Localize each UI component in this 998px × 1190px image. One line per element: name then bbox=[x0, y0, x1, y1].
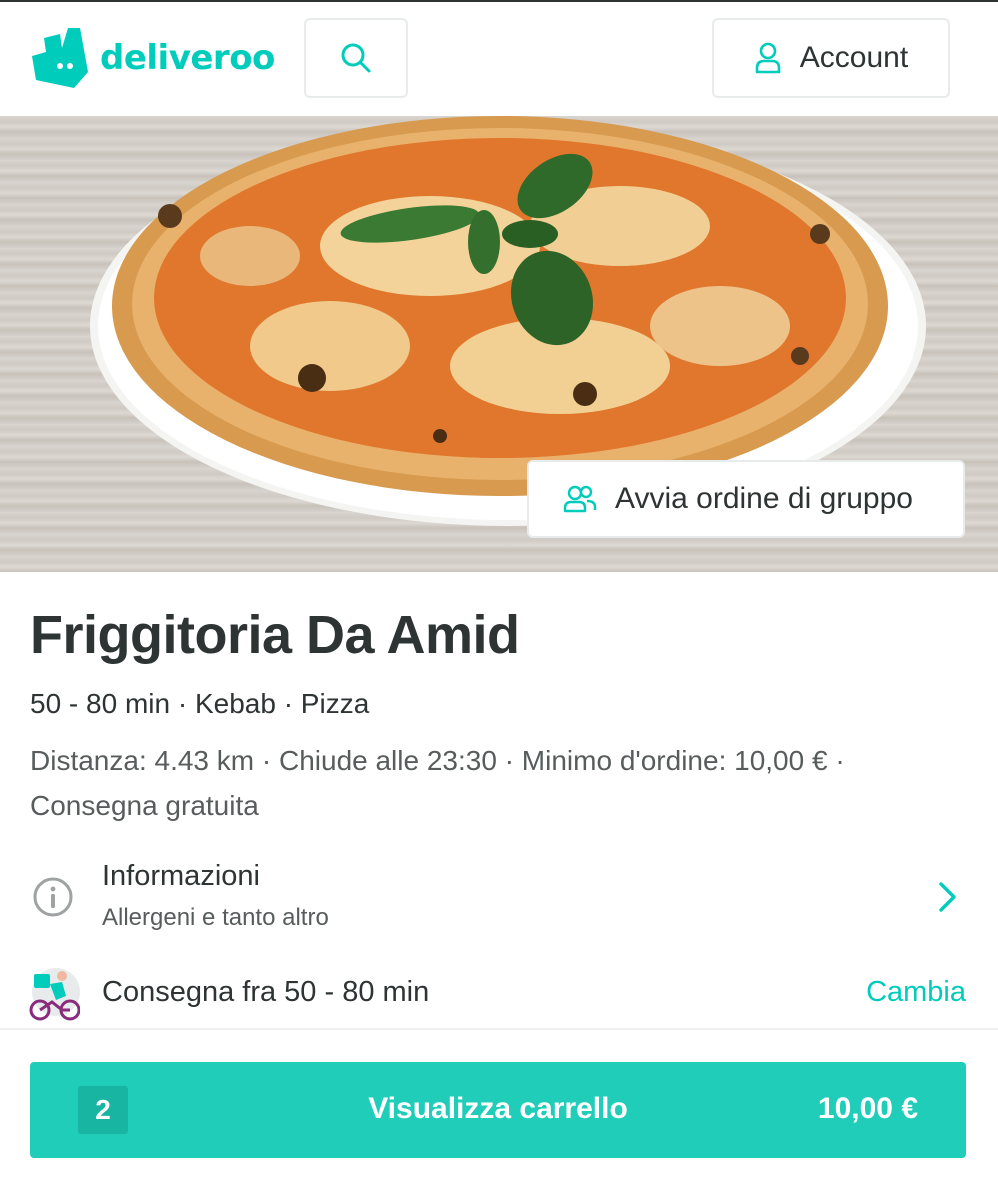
group-order-button[interactable]: Avvia ordine di gruppo bbox=[527, 460, 965, 538]
search-icon bbox=[341, 43, 371, 73]
brand-name: deliveroo bbox=[100, 38, 275, 78]
info-icon bbox=[33, 877, 73, 917]
site-header: deliveroo Account bbox=[0, 2, 998, 116]
account-label: Account bbox=[799, 41, 909, 74]
restaurant-name: Friggitoria Da Amid bbox=[30, 605, 520, 665]
deliveroo-logo[interactable]: deliveroo bbox=[30, 26, 275, 90]
user-icon bbox=[755, 42, 781, 74]
chevron-right-icon bbox=[939, 882, 956, 912]
info-row[interactable]: Informazioni Allergeni e tanto altro bbox=[0, 852, 998, 946]
search-button[interactable] bbox=[304, 18, 408, 98]
restaurant-details: Distanza: 4.43 km · Chiude alle 23:30 · … bbox=[30, 745, 845, 821]
users-icon bbox=[563, 485, 597, 513]
delivery-row: Consegna fra 50 - 80 min Cambia bbox=[0, 962, 998, 1026]
change-delivery-link[interactable]: Cambia bbox=[866, 976, 966, 1009]
rider-icon bbox=[29, 968, 80, 1021]
account-button[interactable]: Account bbox=[712, 18, 950, 98]
cart-total: 10,00 € bbox=[817, 1092, 918, 1125]
divider bbox=[0, 1028, 998, 1030]
group-order-label: Avvia ordine di gruppo bbox=[615, 482, 913, 515]
hero-image: Avvia ordine di gruppo bbox=[0, 116, 998, 572]
restaurant-meta: 50 - 80 min · Kebab · Pizza bbox=[30, 688, 370, 719]
info-subtitle: Allergeni e tanto altro bbox=[102, 904, 329, 931]
delivery-time-text: Consegna fra 50 - 80 min bbox=[102, 976, 430, 1008]
deliveroo-kangaroo-icon bbox=[32, 28, 88, 88]
view-cart-button[interactable]: 2 Visualizza carrello 10,00 € bbox=[30, 1062, 966, 1158]
info-title: Informazioni bbox=[102, 860, 260, 892]
